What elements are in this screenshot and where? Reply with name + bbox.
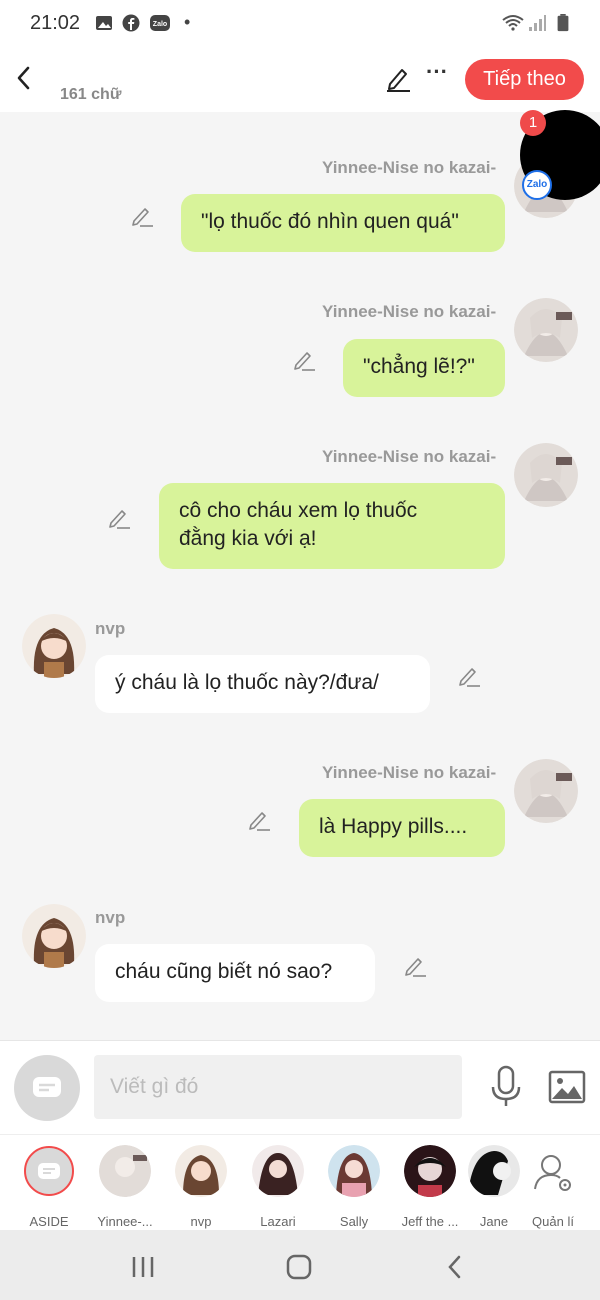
message-bubble[interactable]: cô cho cháu xem lọ thuốc đằng kia với ạ!: [159, 483, 505, 569]
message-sender: nvp: [95, 619, 126, 638]
wifi-icon: [502, 15, 524, 31]
status-bar: 21:02 Zalo •: [0, 0, 600, 46]
avatar: [404, 1145, 456, 1197]
pencil-icon[interactable]: [247, 808, 271, 832]
zalo-badge: Zalo: [522, 170, 552, 200]
facebook-icon: [122, 14, 140, 32]
avatar: [99, 1145, 151, 1197]
message-bubble[interactable]: ý cháu là lọ thuốc này?/đưa/: [95, 655, 430, 713]
zalo-icon: Zalo: [150, 15, 170, 31]
character-label: Lazari: [260, 1214, 296, 1229]
character-bar: ASIDE Yinnee-... nvp Lazari Sally Jeff t…: [0, 1134, 600, 1230]
character-label: Jane: [479, 1214, 509, 1229]
message-sender: Yinnee-Nise no kazai-: [322, 447, 497, 466]
character-label: Quản lí: [532, 1214, 574, 1229]
avatar[interactable]: [22, 614, 86, 678]
message-text-line: cô cho cháu xem lọ thuốc: [179, 499, 418, 522]
edit-button[interactable]: [384, 64, 412, 92]
recent-apps-button[interactable]: [128, 1252, 158, 1282]
message-sender: Yinnee-Nise no kazai-: [322, 763, 497, 782]
message-input[interactable]: [94, 1055, 462, 1119]
avatar[interactable]: [514, 298, 578, 362]
message-text-line: đằng kia với ạ!: [179, 527, 317, 550]
next-button[interactable]: Tiếp theo: [465, 59, 584, 100]
message-sender: Yinnee-Nise no kazai-: [322, 302, 497, 321]
character-label: nvp: [190, 1214, 212, 1229]
message-bubble[interactable]: là Happy pills....: [299, 799, 505, 857]
aside-icon: [24, 1146, 74, 1196]
header: 161 chữ ··· Tiếp theo: [0, 46, 600, 112]
character-sally[interactable]: Sally: [319, 1145, 389, 1229]
chat-bubble-icon: [33, 1077, 61, 1097]
message-bubble[interactable]: "chẳng lẽ!?": [343, 339, 505, 397]
message-bubble[interactable]: "lọ thuốc đó nhìn quen quá": [181, 194, 505, 252]
pencil-icon[interactable]: [403, 954, 427, 978]
avatar: [328, 1145, 380, 1197]
status-time: 21:02: [30, 12, 81, 34]
back-nav-button[interactable]: [440, 1252, 470, 1282]
message-bubble[interactable]: cháu cũng biết nó sao?: [95, 944, 375, 1002]
character-yinnee[interactable]: Yinnee-...: [90, 1145, 160, 1229]
system-nav-bar: [0, 1230, 600, 1300]
avatar: [252, 1145, 304, 1197]
image-button[interactable]: [548, 1069, 586, 1105]
avatar[interactable]: [22, 904, 86, 968]
back-button[interactable]: [10, 60, 38, 96]
user-settings-icon: [534, 1155, 571, 1191]
pencil-icon[interactable]: [457, 664, 481, 688]
avatar[interactable]: [514, 443, 578, 507]
more-button[interactable]: ···: [424, 61, 450, 88]
pencil-icon[interactable]: [130, 204, 154, 228]
notification-badge: 1: [520, 110, 546, 136]
pencil-icon[interactable]: [292, 348, 316, 372]
avatar[interactable]: [514, 759, 578, 823]
character-lazari[interactable]: Lazari: [243, 1145, 313, 1229]
character-manage-button[interactable]: Quản lí: [517, 1145, 589, 1229]
character-label: Yinnee-...: [97, 1214, 153, 1229]
pencil-icon[interactable]: [107, 506, 131, 530]
gallery-icon: [96, 16, 112, 30]
microphone-button[interactable]: [488, 1065, 524, 1109]
character-label: ASIDE: [29, 1214, 69, 1229]
input-bar: [0, 1040, 600, 1134]
avatar: [468, 1145, 520, 1197]
message-sender: nvp: [95, 908, 126, 927]
message-sender: Yinnee-Nise no kazai-: [322, 158, 497, 177]
character-label: Sally: [339, 1214, 369, 1229]
notification-dot: •: [184, 12, 191, 32]
aside-toggle-button[interactable]: [14, 1055, 80, 1121]
character-jeff[interactable]: Jeff the ...: [395, 1145, 465, 1229]
character-aside[interactable]: ASIDE: [14, 1145, 84, 1229]
character-nvp[interactable]: nvp: [166, 1145, 236, 1229]
home-button[interactable]: [284, 1252, 314, 1282]
character-label: Jeff the ...: [401, 1214, 459, 1229]
svg-text:Zalo: Zalo: [153, 21, 167, 28]
avatar: [175, 1145, 227, 1197]
word-count: 161 chữ: [60, 86, 122, 103]
character-jane[interactable]: Jane: [464, 1145, 524, 1229]
battery-icon: [557, 14, 569, 32]
signal-icon: [529, 15, 546, 31]
